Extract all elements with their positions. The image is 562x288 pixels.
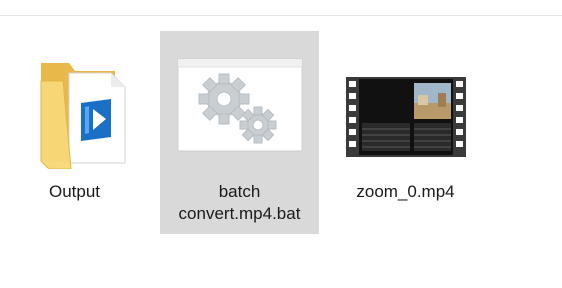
file-item-zoom-video[interactable]: zoom_0.mp4 (326, 31, 485, 234)
file-item-output-folder[interactable]: Output (0, 31, 154, 234)
file-name-label: Output (48, 182, 101, 201)
header-divider (0, 15, 562, 16)
batch-file-gears-icon (176, 41, 304, 169)
folder-icon (11, 41, 139, 170)
video-thumbnail-icon (342, 41, 470, 169)
file-name-label: zoom_0.mp4 (356, 182, 455, 201)
file-item-batch-convert[interactable]: batch convert.mp4.bat (160, 31, 319, 234)
file-name-label: batch convert.mp4.bat (178, 182, 301, 223)
